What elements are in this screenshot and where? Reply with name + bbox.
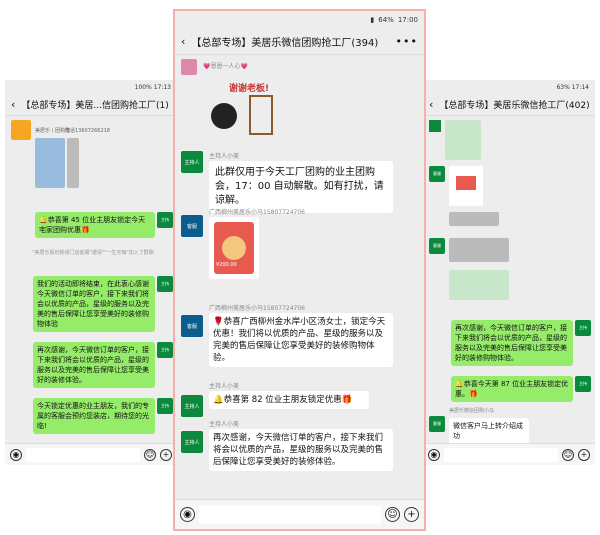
emoji-icon[interactable]: ☺	[562, 448, 574, 461]
system-notice: "美居乐股份新城门店客服"邀请""一生无悔"加入了群聊	[32, 250, 154, 256]
back-icon[interactable]: ‹	[11, 98, 15, 111]
message-bubble[interactable]: 再次感谢，今天微信订单的客户，接下来我们将会以优质的产品，星级的服务以及完美的售…	[33, 342, 155, 388]
message-input[interactable]	[199, 505, 381, 524]
image-message[interactable]	[449, 238, 509, 262]
avatar[interactable]	[429, 120, 441, 132]
emoji-icon[interactable]: ☺	[144, 448, 156, 461]
image-message[interactable]	[67, 138, 79, 188]
image-message[interactable]	[449, 212, 499, 226]
message-bubble[interactable]: 🌹恭喜广西柳州金水岸小区汤女士，锁定今天优惠！我们将以优质的产品、星级的服务以及…	[209, 313, 393, 367]
sender-name: 广西柳州美居乐小马15807724706	[209, 209, 305, 216]
input-bar: ◉ ☺ +	[175, 499, 424, 529]
battery-icon: ▮	[370, 16, 375, 24]
input-bar: ◉ ☺ +	[423, 443, 595, 465]
avatar[interactable]: 主持	[575, 320, 591, 336]
more-icon[interactable]: •••	[396, 35, 418, 48]
chat-title: 【总部专场】美居乐微信团购抢工厂(394)	[191, 38, 379, 49]
message-bubble[interactable]: 再次感谢，今天微信订单的客户，接下来我们将会以优质的产品，星级的服务以及完美的售…	[209, 429, 393, 471]
sticker-image[interactable]: 谢谢老板!	[203, 73, 293, 145]
status-bar: ▮ 64% 17:00	[175, 11, 424, 29]
avatar[interactable]: 客服	[429, 416, 445, 432]
voice-icon[interactable]: ◉	[428, 448, 440, 461]
battery-level: 64%	[378, 16, 394, 24]
status-text: 100% 17:13	[134, 83, 171, 91]
chat-title: 【总部专场】美居...信团购抢工厂(1)	[21, 101, 169, 111]
plus-icon[interactable]: +	[160, 448, 172, 461]
image-message[interactable]	[449, 270, 509, 300]
avatar[interactable]: 客服	[429, 166, 445, 182]
sender-name: 主持人小美	[209, 153, 240, 160]
voice-icon[interactable]: ◉	[180, 507, 195, 522]
sticker-text: 谢谢老板!	[229, 84, 270, 94]
message-bubble[interactable]: 🔔恭喜第 82 位业主朋友锁定优惠🎁	[209, 391, 369, 409]
status-bar: 100% 17:13	[5, 80, 177, 94]
message-bubble[interactable]: 微信客户马上转介绍成功	[449, 418, 529, 444]
sender-name: 💗恩恩一人心💗	[203, 63, 248, 70]
avatar[interactable]: 客服	[181, 315, 203, 337]
message-bubble[interactable]: 🔔恭喜第 45 位业主朋友锁定今天宅家团购优惠🎁	[35, 212, 155, 238]
message-input[interactable]	[444, 447, 558, 462]
avatar[interactable]: 主持	[157, 276, 173, 292]
red-packet-amount: ¥200.00	[216, 262, 237, 268]
avatar[interactable]: 主持	[157, 212, 173, 228]
right-phone: 63% 17:14 ‹ 【总部专场】美居乐微信抢工厂(402) 客服 客服 再次…	[423, 80, 595, 465]
message-bubble[interactable]: 🔔恭喜今天第 87 位业主朋友锁定优惠。🎁	[451, 376, 573, 402]
voice-icon[interactable]: ◉	[10, 448, 22, 461]
message-bubble[interactable]: 今天锁定优惠的业主朋友，我们的专属的客服会预约您装店，期待您的光临!	[33, 398, 155, 434]
avatar[interactable]: 客服	[181, 215, 203, 237]
status-time: 17:00	[397, 16, 418, 24]
back-icon[interactable]: ‹	[429, 98, 433, 111]
avatar[interactable]: 客服	[429, 238, 445, 254]
title-bar: ‹ 【总部专场】美居...信团购抢工厂(1)	[5, 94, 177, 116]
left-phone: 100% 17:13 ‹ 【总部专场】美居...信团购抢工厂(1) 美居乐丨团购…	[5, 80, 177, 465]
sender-label: 美居乐微信团购小马	[449, 408, 495, 414]
center-phone: ▮ 64% 17:00 ‹ 【总部专场】美居乐微信团购抢工厂(394) ••• …	[173, 9, 426, 531]
avatar[interactable]: 主持	[157, 342, 173, 358]
avatar[interactable]	[11, 120, 31, 140]
message-bubble[interactable]: 此群仅用于今天工厂团购的业主团购会，17：00 自动解散。如有打扰，请谅解。	[209, 161, 393, 213]
image-message[interactable]	[445, 120, 481, 160]
avatar[interactable]: 主持人	[181, 431, 203, 453]
input-bar: ◉ ☺ +	[5, 443, 177, 465]
sticker-figure	[211, 103, 237, 129]
avatar[interactable]: 主持	[157, 398, 173, 414]
avatar[interactable]: 主持人	[181, 395, 203, 417]
sender-name: 广西柳州美居乐小马15807724706	[209, 305, 305, 312]
sender-name: 主持人小美	[209, 421, 240, 428]
back-icon[interactable]: ‹	[181, 35, 185, 48]
avatar[interactable]: 主持	[575, 376, 591, 392]
red-packet-icon: ¥200.00	[214, 222, 254, 274]
red-packet-image[interactable]	[449, 166, 483, 206]
message-bubble[interactable]: 我们的活动即将结束，在此衷心感谢今天微信订单的客户，接下来我们将会以优质的产品，…	[33, 276, 155, 332]
title-bar: ‹ 【总部专场】美居乐微信团购抢工厂(394) •••	[175, 29, 424, 55]
title-bar: ‹ 【总部专场】美居乐微信抢工厂(402)	[423, 94, 595, 116]
message-input[interactable]	[26, 447, 140, 462]
status-text: 63% 17:14	[556, 83, 589, 91]
image-message[interactable]	[35, 138, 65, 188]
status-bar: 63% 17:14	[423, 80, 595, 94]
sender-name: 主持人小美	[209, 383, 240, 390]
chat-title: 【总部专场】美居乐微信抢工厂(402)	[439, 101, 589, 111]
plus-icon[interactable]: +	[404, 507, 419, 522]
avatar[interactable]: 主持人	[181, 151, 203, 173]
avatar[interactable]	[181, 59, 197, 75]
message-bubble[interactable]: 再次感谢，今天微信订单的客户，接下来我们将会以优质的产品，星级的服务以及完美的售…	[451, 320, 573, 366]
emoji-icon[interactable]: ☺	[385, 507, 400, 522]
contact-phone: 电话13607266218	[65, 128, 110, 134]
plus-icon[interactable]: +	[578, 448, 590, 461]
sticker-easel	[249, 95, 273, 135]
red-packet-card[interactable]: ¥200.00	[209, 217, 259, 279]
